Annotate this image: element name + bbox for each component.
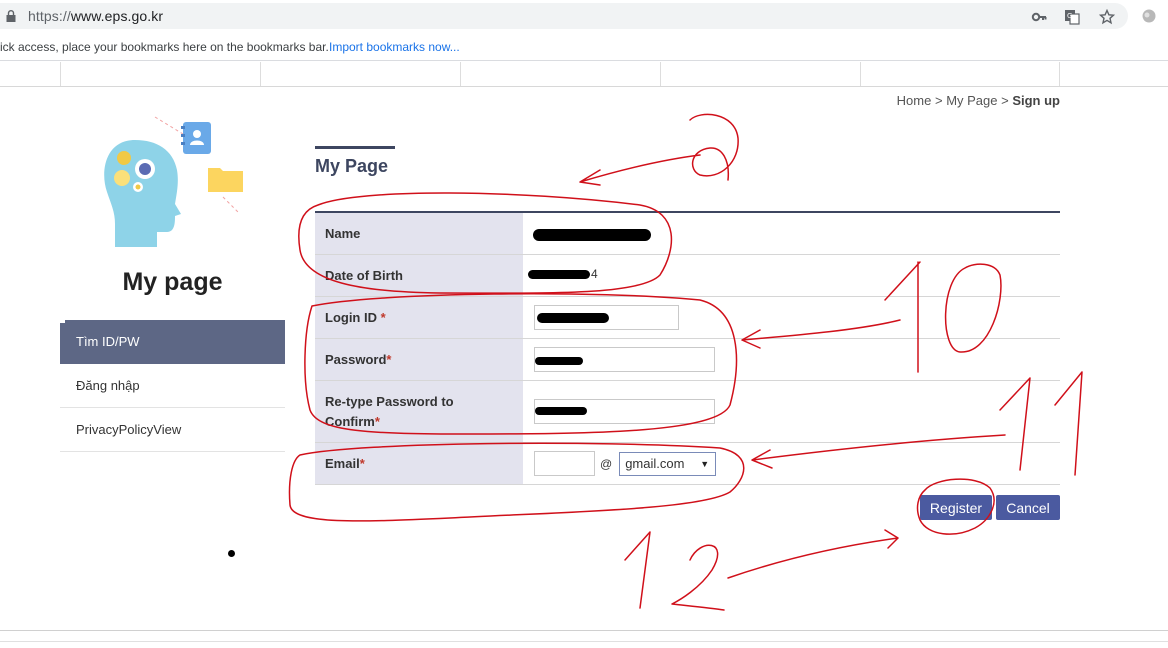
retype-label-line2: Confirm [325, 413, 375, 429]
required-mark: * [380, 310, 386, 325]
url-protocol: https:// [28, 8, 71, 24]
nav-item-5[interactable] [860, 62, 1060, 86]
login-id-value [523, 297, 1060, 338]
sidebar-menu: Tìm ID/PW Đăng nhập PrivacyPolicyView [60, 320, 285, 452]
url-host: www.eps.go.kr [70, 8, 164, 24]
email-domain-select[interactable]: gmail.com ▼ [619, 451, 717, 476]
redacted-retype-password [535, 407, 587, 415]
register-button[interactable]: Register [920, 495, 992, 520]
sidebar-title: My page [122, 268, 223, 296]
key-icon[interactable] [1031, 9, 1047, 25]
email-label-text: Email [325, 456, 360, 471]
breadcrumb-sep: > [997, 93, 1013, 108]
email-label: Email * [315, 443, 523, 484]
nav-item-1[interactable] [60, 62, 260, 86]
extension-icon[interactable] [1141, 8, 1157, 24]
retype-label-line1: Re-type Password to [325, 393, 454, 409]
svg-text:G: G [1067, 12, 1072, 20]
nav-item-4[interactable] [660, 62, 860, 86]
breadcrumb-home[interactable]: Home [897, 93, 932, 108]
email-domain-value: gmail.com [625, 456, 685, 471]
mypage-illustration [104, 116, 243, 247]
annotation-12 [624, 529, 899, 611]
annotation-9 [579, 113, 739, 186]
row-name: Name [315, 213, 1060, 255]
site-top-nav [0, 62, 1168, 87]
url-text[interactable]: https://www.eps.go.kr [28, 8, 163, 24]
page-title: My Page [315, 156, 389, 176]
bookmarks-hint: ick access, place your bookmarks here on… [0, 40, 329, 54]
required-mark: * [386, 352, 392, 367]
breadcrumb-sep: > [931, 93, 947, 108]
password-label: Password * [315, 339, 523, 380]
sidebar-item-privacy-policy[interactable]: PrivacyPolicyView [60, 408, 285, 452]
row-dob: Date of Birth 4 [315, 255, 1060, 297]
bookmarks-bar: ick access, place your bookmarks here on… [0, 33, 1168, 61]
email-at-sign: @ [600, 456, 613, 471]
omnibox[interactable]: https://www.eps.go.kr G [0, 3, 1128, 29]
row-password: Password * [315, 339, 1060, 381]
signup-form: Name Date of Birth 4 Login ID * Password… [315, 211, 1060, 485]
footer-divider-2 [0, 641, 1168, 642]
browser-address-bar: https://www.eps.go.kr G [0, 0, 1168, 32]
nav-item-3[interactable] [460, 62, 660, 86]
star-icon[interactable] [1099, 9, 1115, 25]
redacted-name [533, 229, 651, 241]
breadcrumb-current: Sign up [1012, 93, 1060, 108]
login-id-label-text: Login ID [325, 310, 377, 325]
required-mark: * [359, 456, 365, 471]
row-retype-password: Re-type Password to Confirm* [315, 381, 1060, 443]
retype-password-label: Re-type Password to Confirm* [315, 381, 523, 442]
redacted-password [535, 357, 583, 365]
dob-value: 4 [523, 255, 1060, 296]
lock-icon [6, 10, 16, 22]
breadcrumb: Home > My Page > Sign up [897, 93, 1060, 108]
retype-password-value [523, 381, 1060, 442]
cancel-button[interactable]: Cancel [996, 495, 1060, 520]
translate-icon[interactable]: G [1064, 9, 1080, 25]
sidebar-item-find-id-pw[interactable]: Tìm ID/PW [60, 320, 285, 364]
breadcrumb-mypage[interactable]: My Page [946, 93, 997, 108]
footer-divider [0, 630, 1168, 631]
stray-dot [228, 550, 235, 557]
row-login-id: Login ID * [315, 297, 1060, 339]
redacted-login-id [537, 313, 609, 323]
password-label-text: Password [325, 352, 387, 367]
import-bookmarks-link[interactable]: Import bookmarks now... [329, 40, 460, 54]
login-id-label: Login ID * [315, 297, 523, 338]
row-email: Email * @ gmail.com ▼ [315, 443, 1060, 485]
email-local-input[interactable] [534, 451, 595, 476]
sidebar-item-login[interactable]: Đăng nhập [60, 364, 285, 408]
name-label-text: Name [325, 226, 361, 241]
dropdown-arrow-icon: ▼ [700, 458, 710, 469]
password-value [523, 339, 1060, 380]
email-value: @ gmail.com ▼ [523, 443, 1060, 484]
nav-item-2[interactable] [260, 62, 460, 86]
title-accent-bar [315, 146, 395, 149]
dob-suffix: 4 [591, 267, 598, 281]
redacted-dob [528, 270, 590, 279]
required-mark: * [374, 413, 380, 429]
name-label: Name [315, 213, 523, 254]
name-value [523, 213, 1060, 254]
dob-label-text: Date of Birth [325, 268, 403, 283]
dob-label: Date of Birth [315, 255, 523, 296]
